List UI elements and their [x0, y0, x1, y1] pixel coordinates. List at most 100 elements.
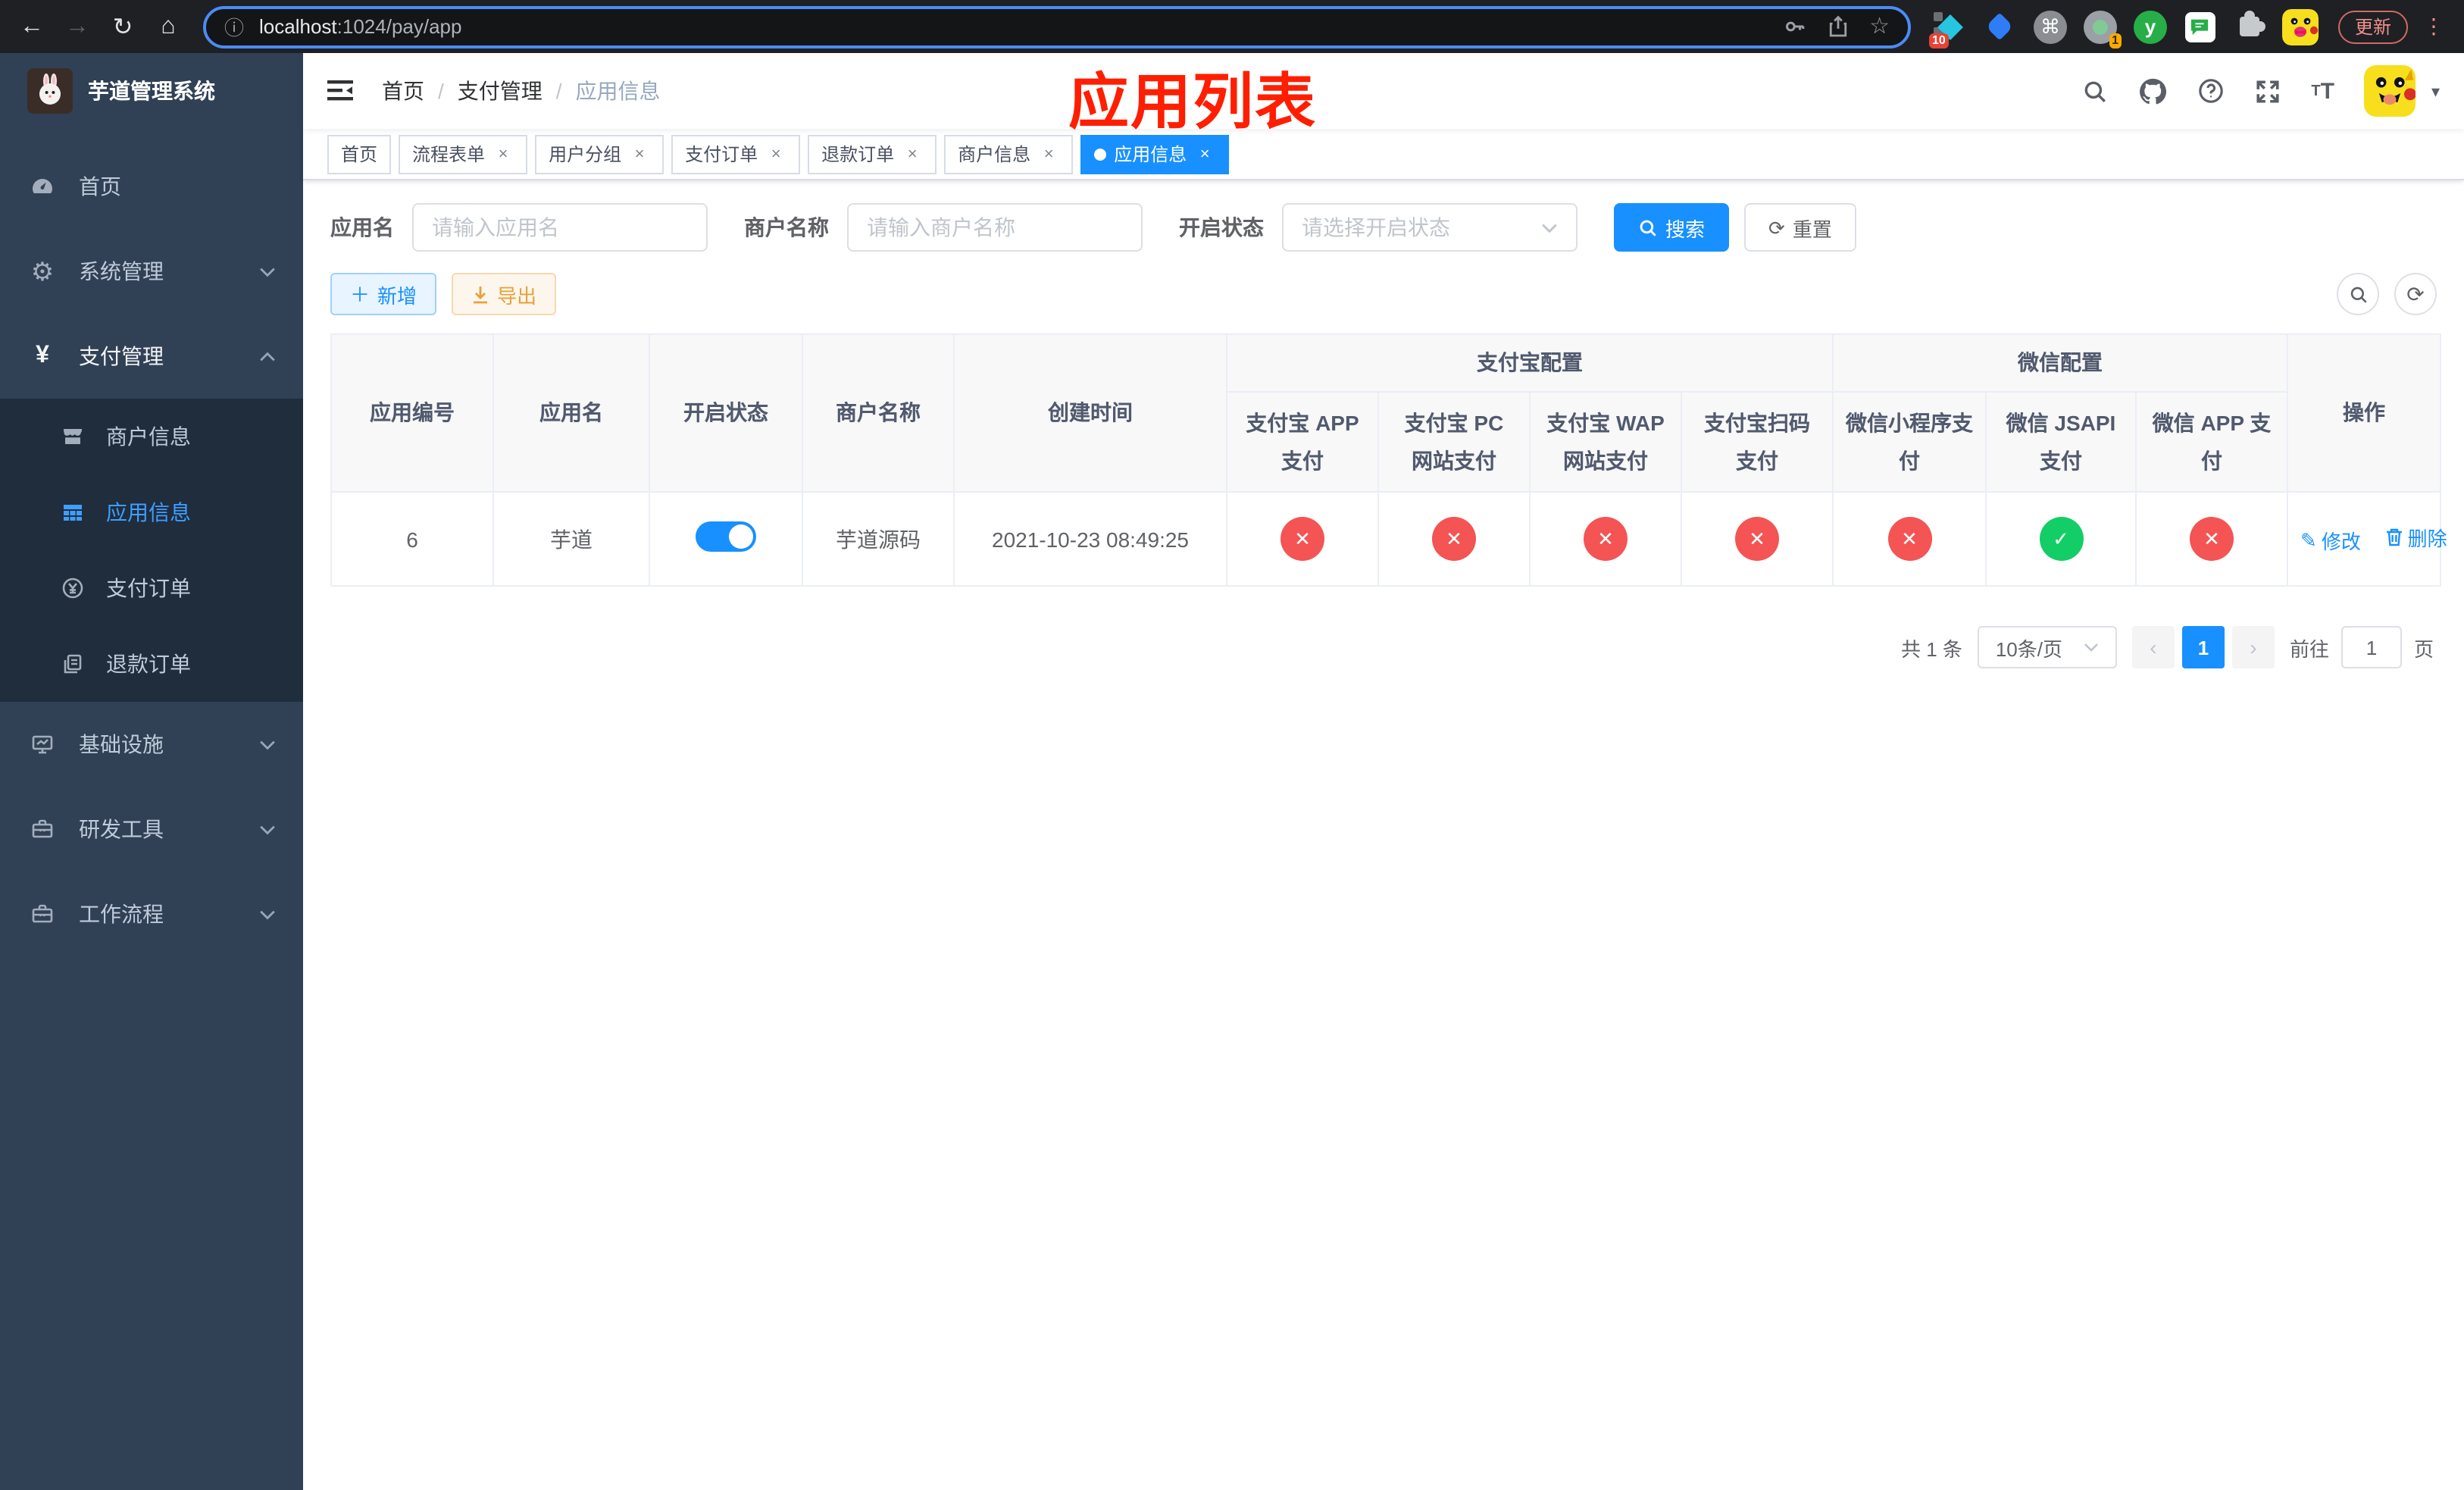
search-icon[interactable] — [2082, 78, 2108, 104]
reset-button[interactable]: ⟳ 重置 — [1744, 203, 1856, 252]
monitor-icon — [30, 732, 55, 756]
sidebar-item-label: 退款订单 — [106, 652, 191, 676]
share-icon[interactable] — [1827, 15, 1848, 38]
col-header-created: 创建时间 — [953, 333, 1227, 493]
search-button[interactable]: 搜索 — [1614, 203, 1730, 252]
cell-alipay-qr-status: ✕ — [1681, 491, 1834, 587]
sidebar-collapse-icon[interactable] — [327, 79, 355, 103]
profile-avatar-icon[interactable] — [2281, 8, 2319, 45]
close-icon[interactable]: × — [765, 143, 786, 164]
tab-process-form[interactable]: 流程表单 × — [399, 134, 528, 174]
sidebar-item-refund-order[interactable]: 退款订单 — [0, 626, 303, 702]
back-icon[interactable]: ← — [12, 7, 52, 46]
tab-home[interactable]: 首页 — [327, 134, 392, 174]
breadcrumb-separator: / — [555, 79, 562, 103]
sidebar-item-merchant-info[interactable]: 商户信息 — [0, 399, 303, 474]
delete-link[interactable]: 删除 — [2385, 523, 2447, 552]
tab-label: 用户分组 — [549, 144, 622, 165]
status-cross-icon: ✕ — [1735, 517, 1779, 562]
page-number-1[interactable]: 1 — [2181, 626, 2225, 669]
extensions-area: 10 ⌘ 1 y 更新 ⋮ — [1926, 8, 2452, 48]
chevron-down-icon — [259, 909, 276, 919]
next-page-button[interactable]: › — [2231, 626, 2275, 669]
sidebar-item-payment[interactable]: ¥ 支付管理 — [0, 314, 303, 399]
password-key-icon[interactable] — [1783, 15, 1806, 38]
sidebar-item-infrastructure[interactable]: 基础设施 — [0, 702, 303, 787]
close-icon[interactable]: × — [629, 143, 650, 164]
col-header-alipay-pc: 支付宝 PC 网站支付 — [1377, 391, 1531, 493]
breadcrumb-payment[interactable]: 支付管理 — [458, 76, 543, 106]
chevron-down-icon — [2084, 643, 2099, 653]
status-select[interactable]: 请选择开启状态 — [1282, 203, 1578, 252]
address-bar[interactable]: ⓘ localhost:1024/pay/app ☆ — [203, 5, 1911, 48]
cell-app-name: 芋道 — [492, 491, 650, 587]
export-button[interactable]: 导出 — [452, 273, 557, 315]
export-button-label: 导出 — [497, 284, 537, 307]
sidebar-item-system[interactable]: ⚙ 系统管理 — [0, 229, 303, 314]
y-extension-icon[interactable]: y — [2132, 8, 2169, 45]
pin-extension-badge: 10 — [1928, 33, 1949, 48]
browser-update-button[interactable]: 更新 — [2337, 10, 2408, 43]
sidebar-menu: 首页 ⚙ 系统管理 ¥ 支付管理 商户信息 应用信息 支付订单 退款订单 基础设… — [0, 144, 303, 956]
cell-app-id: 6 — [330, 491, 494, 587]
merchant-name-input[interactable] — [867, 215, 1123, 239]
close-icon[interactable]: × — [492, 143, 514, 164]
help-icon[interactable] — [2197, 77, 2225, 105]
chat-extension-icon[interactable] — [2182, 8, 2219, 45]
user-avatar[interactable] — [2364, 65, 2416, 117]
goto-label: 前往 — [2289, 637, 2329, 661]
app-logo[interactable]: 芋道管理系统 — [0, 53, 303, 129]
font-size-icon[interactable]: TT — [2311, 78, 2334, 104]
refresh-table-button[interactable]: ⟳ — [2394, 273, 2437, 315]
close-icon[interactable]: × — [1038, 143, 1059, 164]
goto-page-input[interactable] — [2340, 626, 2402, 669]
cell-alipay-app-status: ✕ — [1226, 491, 1379, 587]
close-icon[interactable]: × — [1194, 143, 1215, 164]
sidebar-item-label: 商户信息 — [106, 424, 191, 449]
search-button-label: 搜索 — [1665, 218, 1706, 240]
table-row: 6 芋道 芋道源码 2021-10-23 08:49:25 ✕ ✕ ✕ ✕ ✕ — [330, 491, 2447, 587]
sidebar-item-dev-tools[interactable]: 研发工具 — [0, 787, 303, 872]
command-extension-icon[interactable]: ⌘ — [2032, 8, 2068, 45]
sidebar-item-label: 研发工具 — [79, 817, 164, 841]
close-icon[interactable]: × — [902, 143, 923, 164]
fullscreen-icon[interactable] — [2255, 78, 2281, 104]
sidebar-item-workflow[interactable]: 工作流程 — [0, 872, 303, 956]
tab-merchant-info[interactable]: 商户信息 × — [944, 134, 1074, 174]
tab-user-group[interactable]: 用户分组 × — [535, 134, 664, 174]
tab-app-info[interactable]: 应用信息 × — [1080, 134, 1230, 174]
tab-pay-order[interactable]: 支付订单 × — [671, 134, 801, 174]
home-icon[interactable]: ⌂ — [149, 7, 188, 46]
recorder-extension-icon[interactable]: 1 — [2082, 8, 2122, 48]
reload-icon[interactable]: ↻ — [103, 7, 142, 46]
edit-link[interactable]: ✎ 修改 — [2300, 526, 2361, 555]
sidebar-item-label: 应用信息 — [106, 500, 191, 524]
pin-extension-icon[interactable]: 10 — [1928, 8, 1968, 48]
prev-page-button[interactable]: ‹ — [2131, 626, 2175, 669]
tab-refund-order[interactable]: 退款订单 × — [808, 134, 937, 174]
sidebar-item-app-info[interactable]: 应用信息 — [0, 474, 303, 550]
github-icon[interactable] — [2138, 77, 2167, 105]
cell-created: 2021-10-23 08:49:25 — [953, 491, 1227, 587]
col-header-wechat-app: 微信 APP 支付 — [2134, 391, 2289, 493]
page-size-select[interactable]: 10条/页 — [1977, 626, 2117, 669]
sidebar-item-home[interactable]: 首页 — [0, 144, 303, 229]
bookmark-star-icon[interactable]: ☆ — [1869, 15, 1890, 38]
add-button-label: 新增 — [377, 284, 417, 307]
avatar-caret-icon[interactable]: ▾ — [2431, 81, 2440, 101]
enable-toggle[interactable] — [696, 521, 756, 552]
browser-menu-icon[interactable]: ⋮ — [2422, 14, 2446, 39]
breadcrumb-home[interactable]: 首页 — [382, 76, 424, 106]
extensions-puzzle-icon[interactable] — [2232, 8, 2269, 45]
add-button[interactable]: ＋ 新增 — [330, 273, 437, 315]
kite-extension-icon[interactable] — [1982, 8, 2018, 45]
forward-icon[interactable]: → — [58, 7, 97, 46]
app-name-input[interactable] — [432, 215, 688, 239]
site-info-icon[interactable]: ⓘ — [224, 12, 244, 41]
plus-icon: ＋ — [350, 283, 371, 305]
url-path: :1024/pay/app — [336, 15, 462, 38]
gear-icon: ⚙ — [30, 257, 55, 286]
sidebar-item-pay-order[interactable]: 支付订单 — [0, 550, 303, 626]
sidebar-item-label: 首页 — [79, 174, 121, 199]
toggle-search-button[interactable] — [2337, 273, 2379, 315]
